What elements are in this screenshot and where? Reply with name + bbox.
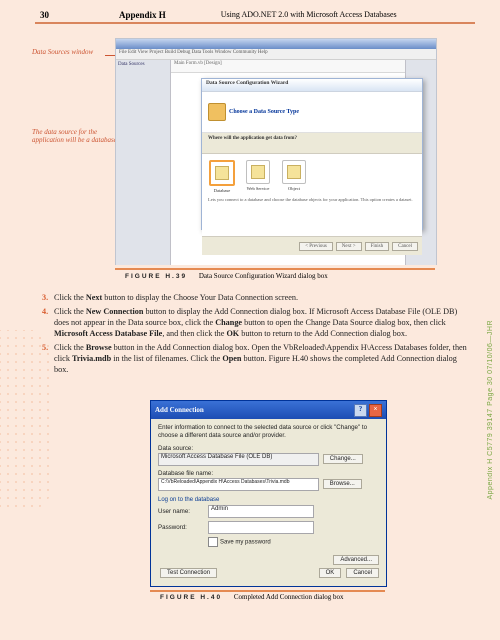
page-number: 30: [40, 10, 49, 20]
advanced-button[interactable]: Advanced...: [333, 555, 379, 565]
step-5: 5. Click the Browse button in the Add Co…: [42, 342, 472, 375]
dialog-instruction: Enter information to connect to the sele…: [158, 424, 379, 440]
step-4: 4. Click the New Connection button to di…: [42, 306, 472, 339]
wizard-dialog: Data Source Configuration Wizard Choose …: [201, 78, 423, 230]
label-save-password: Save my password: [220, 539, 271, 545]
wizard-question: Where will the application get data from…: [202, 133, 422, 154]
change-button[interactable]: Change...: [323, 454, 363, 464]
header-rule: [35, 22, 475, 24]
wizard-titlebar: Data Source Configuration Wizard: [202, 79, 422, 92]
instruction-steps: 3. Click the Next button to display the …: [42, 292, 472, 378]
cancel-button[interactable]: Cancel: [392, 242, 418, 251]
finish-button: Finish: [365, 242, 390, 251]
wizard-icon: [208, 103, 226, 121]
password-field[interactable]: [208, 521, 314, 534]
next-button[interactable]: Next >: [336, 242, 362, 251]
close-icon[interactable]: ×: [369, 404, 382, 417]
label-username: User name:: [158, 508, 208, 515]
figure-h40-caption: FIGURE H.40 Completed Add Connection dia…: [160, 593, 344, 601]
label-db-file: Database file name:: [158, 470, 379, 477]
option-object[interactable]: Object: [280, 160, 308, 193]
webservice-icon: [246, 160, 270, 184]
data-source-field: Microsoft Access Database File (OLE DB): [158, 453, 319, 466]
vs-titlebar: [116, 39, 436, 49]
proof-slug: Appendix H C5779 39147 Page 30 07/10/06—…: [487, 320, 494, 500]
designer-tab: Main Form.vb [Design]: [171, 60, 405, 73]
callout-database-source: The data source for the application will…: [32, 128, 127, 144]
appendix-title: Appendix H: [119, 10, 166, 20]
ok-button[interactable]: OK: [319, 568, 342, 578]
cancel-button[interactable]: Cancel: [346, 568, 379, 578]
object-icon: [282, 160, 306, 184]
option-database[interactable]: Database: [208, 160, 236, 193]
dialog-titlebar: Add Connection ? ×: [151, 401, 386, 419]
figure-h39-caption: FIGURE H.39 Data Source Configuration Wi…: [125, 272, 328, 280]
save-password-checkbox[interactable]: [208, 537, 218, 547]
test-connection-button[interactable]: Test Connection: [160, 568, 217, 578]
help-icon[interactable]: ?: [354, 404, 367, 417]
vs-menubar: File Edit View Project Build Debug Data …: [116, 49, 436, 60]
chapter-title: Using ADO.NET 2.0 with Microsoft Access …: [221, 10, 397, 20]
database-icon: [209, 160, 235, 186]
label-data-source: Data source:: [158, 445, 379, 452]
browse-button[interactable]: Browse...: [323, 479, 362, 489]
wizard-heading: Choose a Data Source Type: [229, 109, 299, 115]
db-file-field[interactable]: C:\VbReloaded\Appendix H\Access Database…: [158, 478, 319, 491]
label-password: Password:: [158, 524, 208, 531]
figure-rule: [150, 590, 385, 592]
username-field[interactable]: Admin: [208, 505, 314, 518]
logon-section: Log on to the database: [158, 497, 379, 503]
data-sources-panel: Data Sources: [116, 60, 171, 265]
option-webservice[interactable]: Web Service: [244, 160, 272, 193]
figure-rule: [115, 268, 435, 270]
step-3: 3. Click the Next button to display the …: [42, 292, 472, 303]
wizard-description: Lets you connect to a database and choos…: [208, 197, 416, 202]
callout-data-sources: Data Sources window: [32, 48, 93, 56]
previous-button: < Previous: [299, 242, 333, 251]
screenshot-wizard: File Edit View Project Build Debug Data …: [115, 38, 437, 265]
add-connection-dialog: Add Connection ? × Enter information to …: [150, 400, 387, 587]
